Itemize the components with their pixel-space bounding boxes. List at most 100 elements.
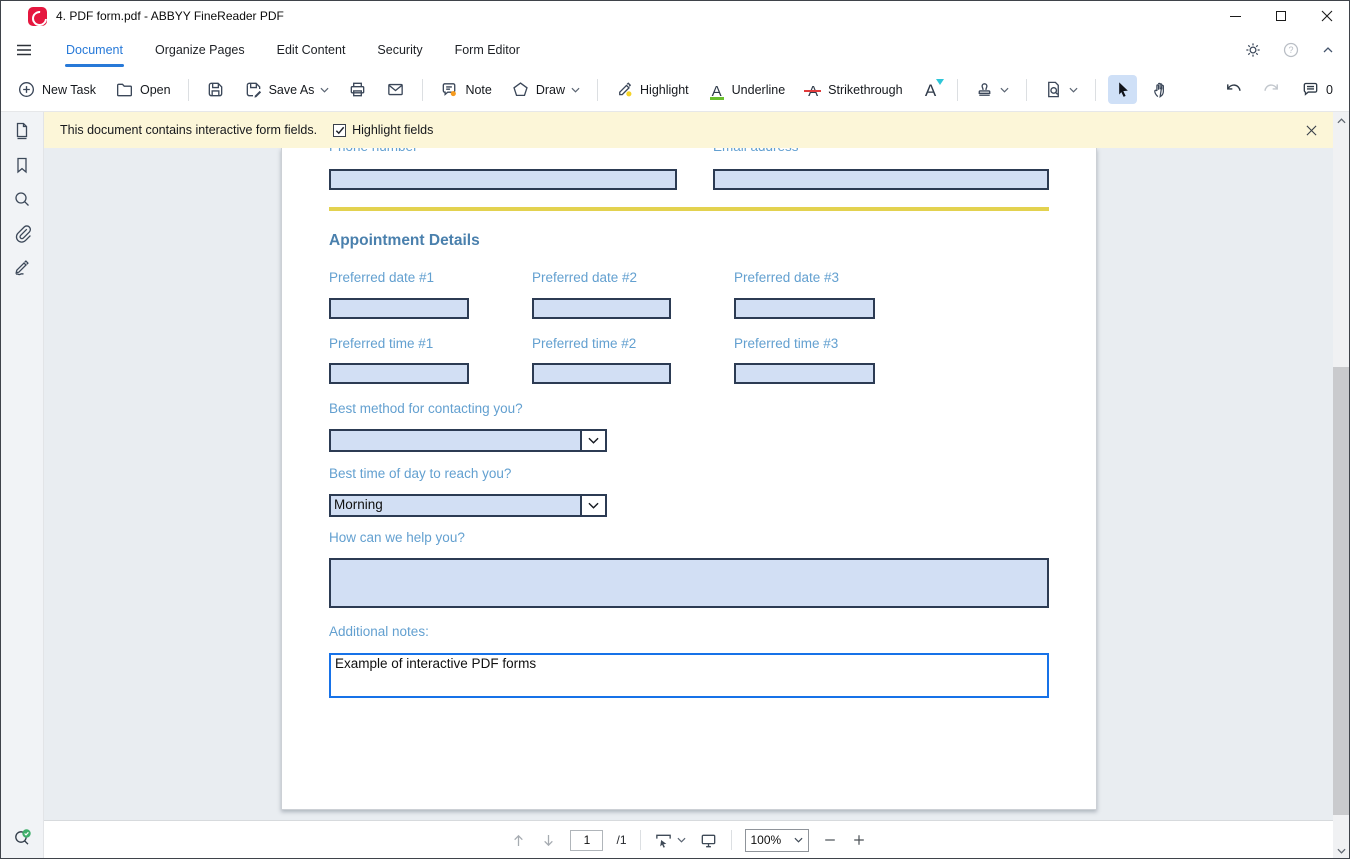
select-tool-button[interactable]: [1108, 75, 1137, 104]
presentation-mode-button[interactable]: [699, 831, 718, 850]
scrollbar-thumb[interactable]: [1333, 367, 1350, 815]
cursor-icon: [1113, 80, 1132, 99]
preferred-time-3-field[interactable]: [734, 363, 875, 384]
text-color-button[interactable]: A: [917, 76, 945, 104]
scroll-up-button[interactable]: [1333, 112, 1350, 129]
hand-icon: [1151, 80, 1170, 99]
statusbar-divider: [640, 830, 641, 850]
appointment-details-heading: Appointment Details: [329, 232, 480, 250]
toolbar-divider: [422, 79, 423, 101]
collapse-toolbar-button[interactable]: [1320, 42, 1336, 58]
gear-icon: [1244, 41, 1262, 59]
tab-edit-content[interactable]: Edit Content: [261, 32, 362, 68]
hand-tool-button[interactable]: [1146, 75, 1175, 104]
email-button[interactable]: [381, 75, 410, 104]
stamp-dropdown[interactable]: [1000, 87, 1009, 93]
new-task-button[interactable]: New Task: [12, 75, 101, 104]
scroll-down-button[interactable]: [1333, 842, 1350, 859]
preferred-date-1-field[interactable]: [329, 298, 469, 319]
checkmark-icon: [335, 126, 345, 135]
minus-icon: [822, 832, 838, 848]
proofread-status-button[interactable]: [12, 827, 34, 849]
print-button[interactable]: [343, 75, 372, 104]
next-page-button[interactable]: [540, 832, 557, 849]
dropdown-arrow-button[interactable]: [580, 496, 605, 515]
best-time-dropdown[interactable]: Morning: [329, 494, 607, 517]
undo-button[interactable]: [1218, 75, 1248, 104]
tab-form-editor[interactable]: Form Editor: [439, 32, 536, 68]
attachments-panel-button[interactable]: [12, 223, 32, 243]
email-address-field[interactable]: [713, 169, 1049, 190]
note-label: Note: [465, 83, 491, 97]
close-button[interactable]: [1304, 0, 1350, 32]
toolbar-divider: [1026, 79, 1027, 101]
contact-method-dropdown[interactable]: [329, 429, 607, 452]
vertical-scrollbar[interactable]: [1333, 112, 1350, 859]
notification-message: This document contains interactive form …: [60, 123, 317, 137]
preferred-time-2-field[interactable]: [532, 363, 671, 384]
open-label: Open: [140, 83, 171, 97]
signature-panel-button[interactable]: [12, 257, 32, 277]
chevron-down-icon: [794, 837, 803, 843]
minimize-icon: [1230, 16, 1241, 17]
search-panel-button[interactable]: [12, 189, 32, 209]
chevron-down-icon: [588, 502, 599, 509]
dismiss-notification-button[interactable]: [1306, 125, 1317, 136]
highlight-label: Highlight: [640, 83, 689, 97]
toolbar-divider: [188, 79, 189, 101]
tab-security[interactable]: Security: [361, 32, 438, 68]
chevron-down-icon: [677, 837, 686, 843]
preferred-time-3-label: Preferred time #3: [734, 336, 838, 351]
save-as-button[interactable]: Save As: [239, 75, 335, 104]
strikethrough-label: Strikethrough: [828, 83, 902, 97]
tab-document[interactable]: Document: [50, 32, 139, 68]
fit-width-button[interactable]: [654, 831, 686, 850]
preferred-date-2-field[interactable]: [532, 298, 671, 319]
additional-notes-label: Additional notes:: [329, 624, 429, 639]
document-viewport[interactable]: Phone number Email address Appointment D…: [44, 148, 1333, 820]
additional-notes-field[interactable]: Example of interactive PDF forms: [329, 653, 1049, 698]
preferred-time-1-field[interactable]: [329, 363, 469, 384]
find-in-document-button[interactable]: [1039, 75, 1083, 104]
minimize-button[interactable]: [1212, 0, 1258, 32]
highlight-button[interactable]: Highlight: [610, 75, 694, 104]
tab-organize-pages[interactable]: Organize Pages: [139, 32, 261, 68]
bookmarks-panel-button[interactable]: [12, 155, 32, 175]
draw-button[interactable]: Draw: [506, 75, 585, 104]
open-button[interactable]: Open: [110, 75, 176, 104]
highlight-fields-checkbox[interactable]: [333, 124, 346, 137]
zoom-out-button[interactable]: [822, 832, 838, 848]
find-dropdown[interactable]: [1069, 87, 1078, 93]
zoom-level-select[interactable]: 100%: [745, 829, 809, 852]
email-address-label: Email address: [713, 148, 799, 154]
dropdown-arrow-button[interactable]: [580, 431, 605, 450]
stamp-button[interactable]: [970, 75, 1014, 104]
save-as-dropdown[interactable]: [320, 87, 329, 93]
previous-page-button[interactable]: [510, 832, 527, 849]
signature-pen-icon: [12, 257, 32, 277]
main-menu-button[interactable]: [14, 40, 34, 60]
help-icon: ?: [1282, 41, 1300, 59]
redo-button[interactable]: [1257, 75, 1287, 104]
strikethrough-icon: A: [804, 81, 822, 99]
bookmark-icon: [12, 155, 32, 175]
underline-label: Underline: [732, 83, 786, 97]
pages-panel-button[interactable]: [12, 121, 32, 141]
comments-button[interactable]: 0: [1296, 75, 1338, 104]
settings-button[interactable]: [1244, 41, 1262, 59]
draw-dropdown[interactable]: [571, 87, 580, 93]
help-button[interactable]: ?: [1282, 41, 1300, 59]
folder-icon: [115, 80, 134, 99]
zoom-in-button[interactable]: [851, 832, 867, 848]
monitor-icon: [699, 831, 718, 850]
preferred-date-3-field[interactable]: [734, 298, 875, 319]
phone-number-field[interactable]: [329, 169, 677, 190]
note-button[interactable]: Note: [435, 75, 496, 104]
underline-button[interactable]: A Underline: [703, 76, 791, 104]
save-button[interactable]: [201, 75, 230, 104]
maximize-button[interactable]: [1258, 0, 1304, 32]
page-number-input[interactable]: 1: [570, 830, 603, 851]
chevron-up-icon: [1337, 118, 1346, 124]
strikethrough-button[interactable]: A Strikethrough: [799, 76, 907, 104]
help-question-field[interactable]: [329, 558, 1049, 608]
